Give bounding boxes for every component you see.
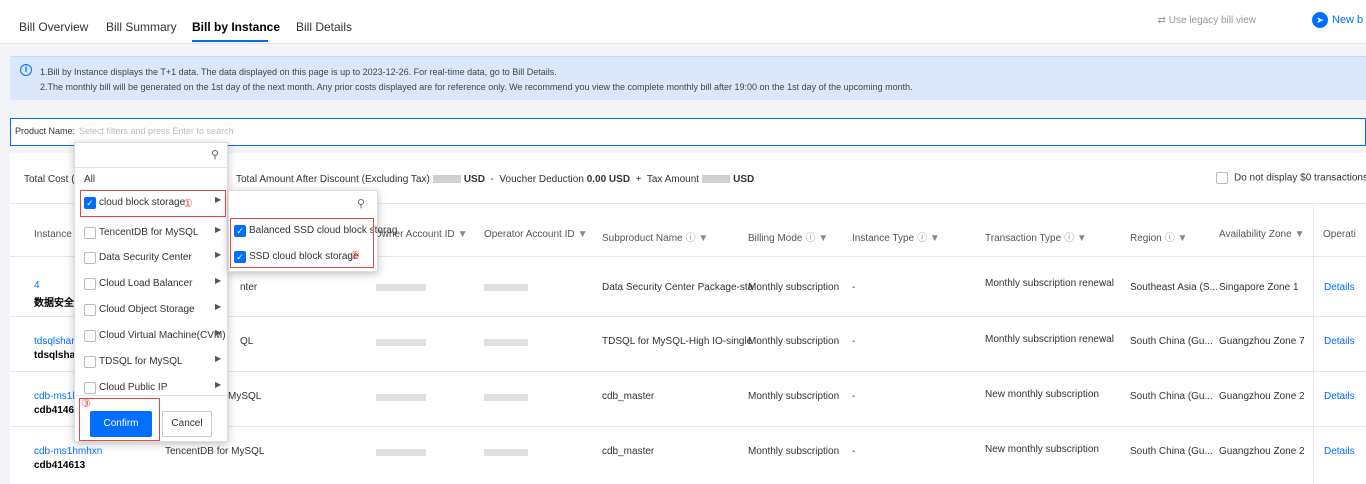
chevron-right-icon: ▶ (215, 225, 222, 234)
step-marker-2: ② (350, 250, 360, 262)
col-region[interactable]: Region ⓘ ▼ (1130, 229, 1187, 244)
chevron-right-icon: ▶ (215, 276, 222, 285)
option-data-security[interactable]: Data Security Center ▶ (75, 250, 227, 270)
dropdown-footer-divider (75, 395, 227, 396)
subproduct-name: Data Security Center Package-sta (602, 282, 754, 293)
region: Southeast Asia (S... (1130, 282, 1218, 293)
total-cost-label: Total Cost (I (24, 174, 78, 185)
col-transaction-type[interactable]: Transaction Type ⓘ ▼ (985, 229, 1087, 244)
step-marker-3: ③ (81, 398, 91, 410)
transaction-type: Monthly subscription renewal (985, 278, 1114, 289)
product-name: QL (240, 336, 254, 347)
availability-zone: Singapore Zone 1 (1219, 282, 1299, 293)
instance-type: - (852, 282, 856, 293)
product-name: TencentDB for MySQL (165, 446, 265, 457)
product-dropdown: ⚲ All ✓ cloud block storage ▶ TencentDB fo… (74, 142, 228, 442)
col-subproduct[interactable]: Subproduct Name ⓘ ▼ (602, 229, 708, 244)
search-icon: ⚲ (211, 149, 220, 161)
subproduct-name: cdb_master (602, 446, 655, 457)
transaction-type: New monthly subscription (985, 389, 1099, 400)
option-tencentdb[interactable]: TencentDB for MySQL ▶ (75, 225, 227, 245)
filter-label: Product Name: (15, 126, 76, 136)
notice-line-1: 1.Bill by Instance displays the T+1 data… (40, 67, 557, 77)
instance-name: cdb414613 (34, 460, 86, 471)
masked-operator-id (484, 449, 528, 456)
chevron-right-icon: ▶ (215, 250, 222, 259)
col-billing-mode[interactable]: Billing Mode ⓘ ▼ (748, 229, 828, 244)
tab-bar: Bill Overview Bill Summary Bill by Insta… (0, 0, 1366, 44)
highlight-box-3 (79, 398, 160, 441)
info-notice: i 1.Bill by Instance displays the T+1 da… (10, 56, 1366, 100)
swap-icon: ⇄ (1157, 15, 1169, 26)
new-bill-link[interactable]: ➤ New b (1312, 12, 1363, 28)
billing-mode: Monthly subscription (748, 446, 840, 457)
instance-type: - (852, 446, 856, 457)
dropdown-search-input[interactable]: ⚲ (75, 143, 227, 168)
col-availability-zone[interactable]: Availability Zone ▼ (1219, 229, 1305, 240)
cancel-button[interactable]: Cancel (162, 411, 212, 437)
chevron-right-icon: ▶ (215, 354, 222, 363)
product-name: MySQL (228, 391, 262, 402)
active-tab-indicator (192, 40, 268, 42)
availability-zone: Guangzhou Zone 7 (1219, 336, 1305, 347)
filter-placeholder: Select filters and press Enter to search (79, 126, 234, 136)
masked-tax (702, 175, 731, 184)
step-marker-1: ① (183, 198, 193, 210)
subproduct-name: TDSQL for MySQL-High IO-single (602, 336, 753, 347)
availability-zone: Guangzhou Zone 2 (1219, 391, 1305, 402)
highlight-box-1 (80, 190, 226, 217)
notice-line-2: 2.The monthly bill will be generated on … (40, 82, 913, 92)
tab-bill-by-instance[interactable]: Bill by Instance (192, 20, 280, 34)
masked-operator-id (484, 339, 528, 346)
instance-id-link[interactable]: 4 (34, 280, 40, 291)
info-icon: i (20, 64, 32, 76)
option-all[interactable]: All (75, 172, 227, 192)
transaction-type: Monthly subscription renewal (985, 334, 1114, 345)
legacy-bill-link[interactable]: ⇄ Use legacy bill view (1158, 15, 1256, 26)
region: South China (Gu... (1130, 391, 1213, 402)
op-column-divider (1313, 205, 1314, 484)
region: South China (Gu... (1130, 446, 1213, 457)
compass-icon: ➤ (1312, 12, 1328, 28)
col-instance-type[interactable]: Instance Type ⓘ ▼ (852, 229, 940, 244)
availability-zone: Guangzhou Zone 2 (1219, 446, 1305, 457)
billing-mode: Monthly subscription (748, 391, 840, 402)
masked-operator-id (484, 394, 528, 401)
instance-type: - (852, 336, 856, 347)
col-operation: Operati (1323, 229, 1356, 240)
chevron-right-icon: ▶ (215, 328, 222, 337)
transaction-type: New monthly subscription (985, 444, 1099, 455)
masked-owner-id (376, 339, 426, 346)
product-name: nter (240, 282, 258, 293)
details-link[interactable]: Details (1324, 336, 1355, 347)
tab-bill-summary[interactable]: Bill Summary (106, 20, 177, 34)
masked-amount (432, 175, 461, 184)
option-tdsql[interactable]: TDSQL for MySQL ▶ (75, 354, 227, 374)
masked-owner-id (376, 394, 426, 401)
masked-owner-id (376, 449, 426, 456)
details-link[interactable]: Details (1324, 391, 1355, 402)
subproduct-name: cdb_master (602, 391, 655, 402)
cost-summary: Total Amount After Discount (Excluding T… (236, 174, 755, 185)
masked-operator-id (484, 284, 528, 291)
chevron-right-icon: ▶ (215, 380, 222, 389)
details-link[interactable]: Details (1324, 446, 1355, 457)
region: South China (Gu... (1130, 336, 1213, 347)
option-public-ip[interactable]: Cloud Public IP ▶ (75, 380, 227, 400)
masked-owner-id (376, 284, 426, 291)
hide-zero-checkbox[interactable]: Do not display $0 transactions (1216, 172, 1366, 184)
tab-bill-details[interactable]: Bill Details (296, 20, 352, 34)
billing-mode: Monthly subscription (748, 282, 840, 293)
option-cos[interactable]: Cloud Object Storage ▶ (75, 302, 227, 322)
tab-bill-overview[interactable]: Bill Overview (19, 20, 88, 34)
details-link[interactable]: Details (1324, 282, 1355, 293)
search-icon: ⚲ (357, 198, 366, 210)
instance-type: - (852, 391, 856, 402)
col-operator-account[interactable]: Operator Account ID ▼ (484, 229, 588, 240)
instance-id-link[interactable]: cdb-ms1hmhxn (34, 446, 102, 457)
chevron-right-icon: ▶ (215, 302, 222, 311)
option-cvm[interactable]: Cloud Virtual Machine(CVM) ▶ (75, 328, 227, 348)
billing-mode: Monthly subscription (748, 336, 840, 347)
option-clb[interactable]: Cloud Load Balancer ▶ (75, 276, 227, 296)
